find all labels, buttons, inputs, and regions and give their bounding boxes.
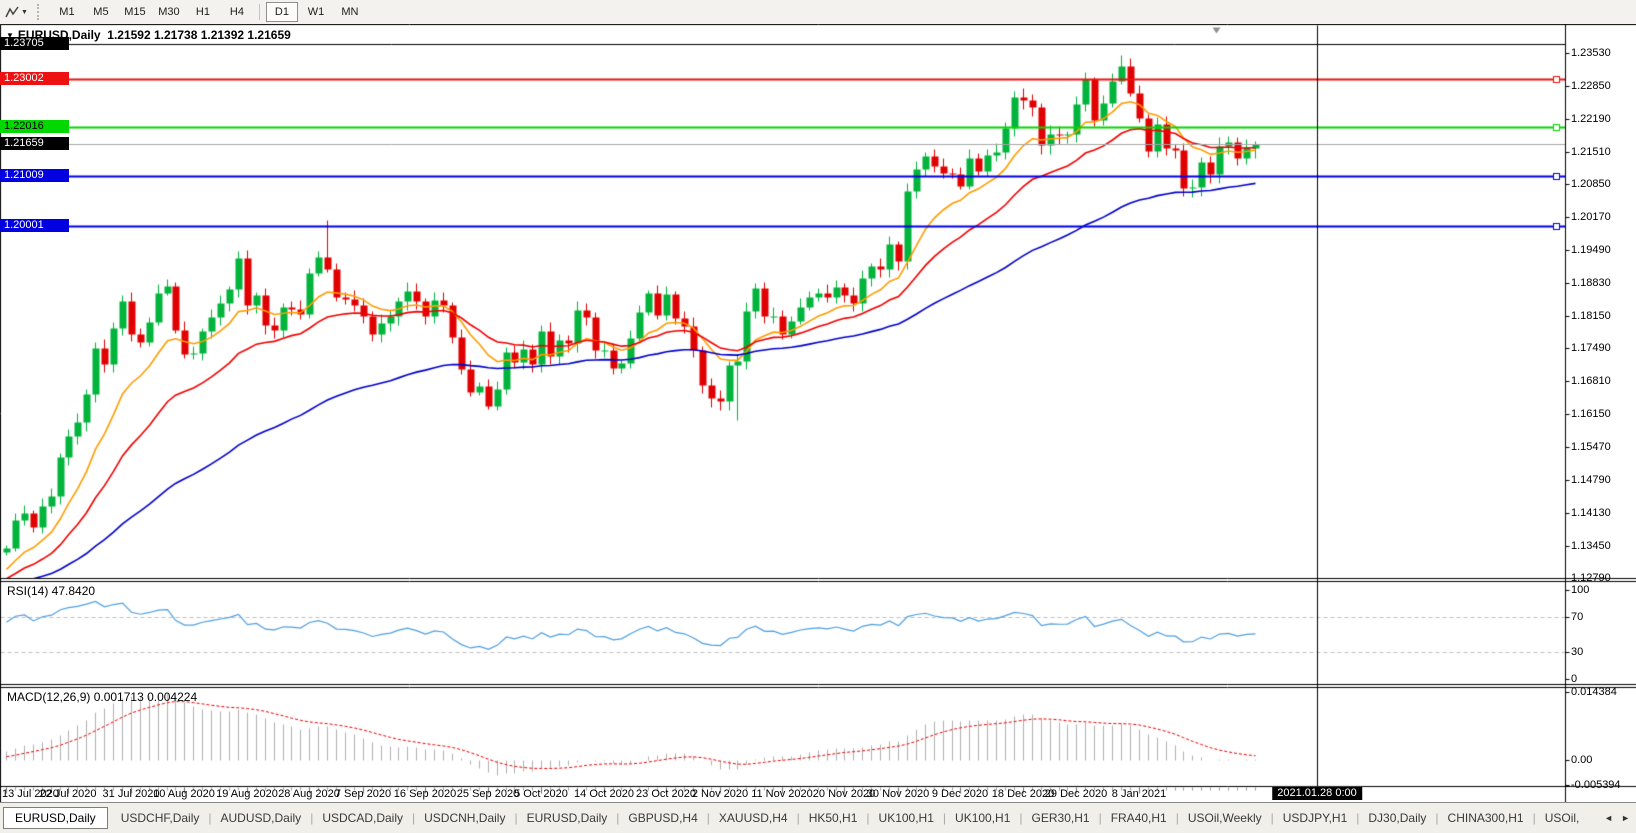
- date-axis-label: 19 Aug 2020: [216, 788, 278, 800]
- price-axis-tick: 1.23530: [1571, 47, 1611, 59]
- date-axis-label: 23 Oct 2020: [636, 788, 696, 800]
- chart-tab-ger30-h1[interactable]: GER30,H1: [1023, 808, 1099, 828]
- price-axis-tick: 1.14130: [1571, 507, 1611, 519]
- scroll-right-button[interactable]: ►: [1621, 813, 1630, 823]
- chart-tab-xauusd-h4[interactable]: XAUUSD,H4: [710, 808, 797, 828]
- timeframe-buttons: M1 M5 M15 M30 H1 H4 D1 W1 MN: [50, 2, 367, 22]
- chart-tab-usdchf-daily[interactable]: USDCHF,Daily: [112, 808, 209, 828]
- chart-tab-hk50-h1[interactable]: HK50,H1: [800, 808, 867, 828]
- current-price-badge: 1.21659: [0, 137, 69, 150]
- chart-tab-usoil-weekly[interactable]: USOil,Weekly: [1179, 808, 1271, 828]
- scroll-left-button[interactable]: ◄: [1604, 813, 1613, 823]
- rsi-axis-tick: 0: [1571, 673, 1578, 685]
- chart-tab-gbpusd-h4[interactable]: GBPUSD,H4: [619, 808, 706, 828]
- chart-window: ▼ EURUSD,Daily 1.21592 1.21738 1.21392 1.…: [0, 24, 1636, 802]
- chevron-down-icon: ▼: [21, 8, 28, 16]
- price-axis-tick: 1.22190: [1571, 113, 1611, 125]
- price-axis-tick: 1.12790: [1571, 572, 1611, 584]
- timeframe-M30-button[interactable]: M30: [153, 2, 185, 22]
- date-axis-label: 28 Aug 2020: [278, 788, 340, 800]
- toolbar-separator: [258, 4, 260, 20]
- price-axis-tick: 1.18150: [1571, 310, 1611, 322]
- chart-tab-usdcnh-daily[interactable]: USDCNH,Daily: [415, 808, 514, 828]
- rsi-axis-tick: 30: [1571, 646, 1584, 658]
- date-axis-label: 25 Sep 2020: [456, 788, 520, 800]
- macd-axis-tick: 0.00: [1571, 754, 1593, 766]
- rsi-indicator-label: RSI(14) 47.8420: [7, 584, 96, 598]
- price-axis-tick: 1.18830: [1571, 277, 1611, 289]
- date-axis-label: 29 Dec 2020: [1044, 788, 1108, 800]
- date-axis-label: 7 Sep 2020: [334, 788, 392, 800]
- date-axis-label: 2 Nov 2020: [691, 788, 749, 800]
- timeframe-M15-button[interactable]: M15: [119, 2, 151, 22]
- date-axis-label: 5 Oct 2020: [514, 788, 568, 800]
- timeframe-M1-button[interactable]: M1: [51, 2, 83, 22]
- macd-indicator-label: MACD(12,26,9) 0.001713 0.004224: [7, 690, 198, 704]
- mt4-terminal: { "toolbar": { "dropdown_icon": "chart-t…: [0, 0, 1636, 833]
- tab-scroll-arrows: ◄ ►: [1604, 813, 1636, 823]
- price-axis-tick: 1.14790: [1571, 474, 1611, 486]
- price-axis-tick: 1.20850: [1571, 178, 1611, 190]
- macd-axis-tick: -0.005394: [1571, 779, 1621, 791]
- indicator-zigzag-icon: [5, 6, 19, 18]
- chart-tab-china300-h1[interactable]: CHINA300,H1: [1439, 808, 1533, 828]
- price-axis-tick: 1.16810: [1571, 375, 1611, 387]
- date-axis-label: 31 Jul 2020: [102, 788, 160, 800]
- date-axis-label: 14 Oct 2020: [574, 788, 634, 800]
- chart-tab-usoil-[interactable]: USOil,: [1536, 808, 1589, 828]
- price-line-badge: 1.22016: [0, 120, 69, 133]
- chart-type-dropdown-button[interactable]: ▼: [2, 4, 31, 20]
- chart-tab-usdjpy-h1[interactable]: USDJPY,H1: [1274, 808, 1356, 828]
- chart-tab-uk100-h1[interactable]: UK100,H1: [870, 808, 943, 828]
- date-axis-label: 9 Dec 2020: [931, 788, 989, 800]
- timeframe-H1-button[interactable]: H1: [187, 2, 219, 22]
- date-axis-label: 22 Jul 2020: [39, 788, 97, 800]
- price-line-badge: 1.21009: [0, 169, 69, 182]
- toolbar-grip[interactable]: [36, 4, 43, 20]
- timeframe-H4-button[interactable]: H4: [221, 2, 253, 22]
- price-axis-tick: 1.22850: [1571, 80, 1611, 92]
- toolbar: ▼ M1 M5 M15 M30 H1 H4 D1 W1 MN: [0, 0, 1636, 24]
- price-axis-tick: 1.17490: [1571, 342, 1611, 354]
- chart-tab-usdcad-daily[interactable]: USDCAD,Daily: [313, 808, 412, 828]
- price-axis-tick: 1.19490: [1571, 244, 1611, 256]
- chart-tab-eurusd-daily[interactable]: EURUSD,Daily: [3, 807, 108, 829]
- date-axis-label: 11 Nov 2020: [751, 788, 813, 800]
- rsi-axis-tick: 70: [1571, 611, 1584, 623]
- price-axis-tick: 1.16150: [1571, 408, 1611, 420]
- price-axis-tick: 1.21510: [1571, 146, 1611, 158]
- price-line-badge: 1.20001: [0, 219, 69, 232]
- date-axis-label: 16 Sep 2020: [393, 788, 457, 800]
- chart-tab-dj30-daily[interactable]: DJ30,Daily: [1359, 808, 1435, 828]
- timeframe-M5-button[interactable]: M5: [85, 2, 117, 22]
- price-axis-tick: 1.20170: [1571, 211, 1611, 223]
- price-line-badge: 1.23002: [0, 72, 69, 85]
- chart-tab-fra40-h1[interactable]: FRA40,H1: [1102, 808, 1176, 828]
- timeframe-D1-button[interactable]: D1: [265, 2, 298, 22]
- price-axis-tick: 1.13450: [1571, 540, 1611, 552]
- chart-tab-audusd-daily[interactable]: AUDUSD,Daily: [212, 808, 311, 828]
- chart-ohlc-values: 1.21592 1.21738 1.21392 1.21659: [107, 28, 291, 42]
- timeframe-W1-button[interactable]: W1: [300, 2, 332, 22]
- chart-tabbar: EURUSD,Daily USDCHF,Daily | AUDUSD,Daily | US…: [0, 802, 1636, 833]
- date-axis-label: 30 Nov 2020: [866, 788, 930, 800]
- timeframe-MN-button[interactable]: MN: [334, 2, 366, 22]
- price-line-badge: 1.23705: [0, 37, 69, 50]
- chart-tab-eurusd-daily[interactable]: EURUSD,Daily: [518, 808, 617, 828]
- date-axis-label: 10 Aug 2020: [153, 788, 215, 800]
- date-axis-label: 8 Jan 2021: [1111, 788, 1167, 800]
- chart-surface[interactable]: [0, 24, 1636, 802]
- macd-axis-tick: 0.014384: [1571, 686, 1617, 698]
- chart-tab-uk100-h1[interactable]: UK100,H1: [946, 808, 1019, 828]
- rsi-axis-tick: 100: [1571, 584, 1590, 596]
- price-axis-tick: 1.15470: [1571, 441, 1611, 453]
- crosshair-time-badge: 2021.01.28 0:00: [1272, 787, 1362, 800]
